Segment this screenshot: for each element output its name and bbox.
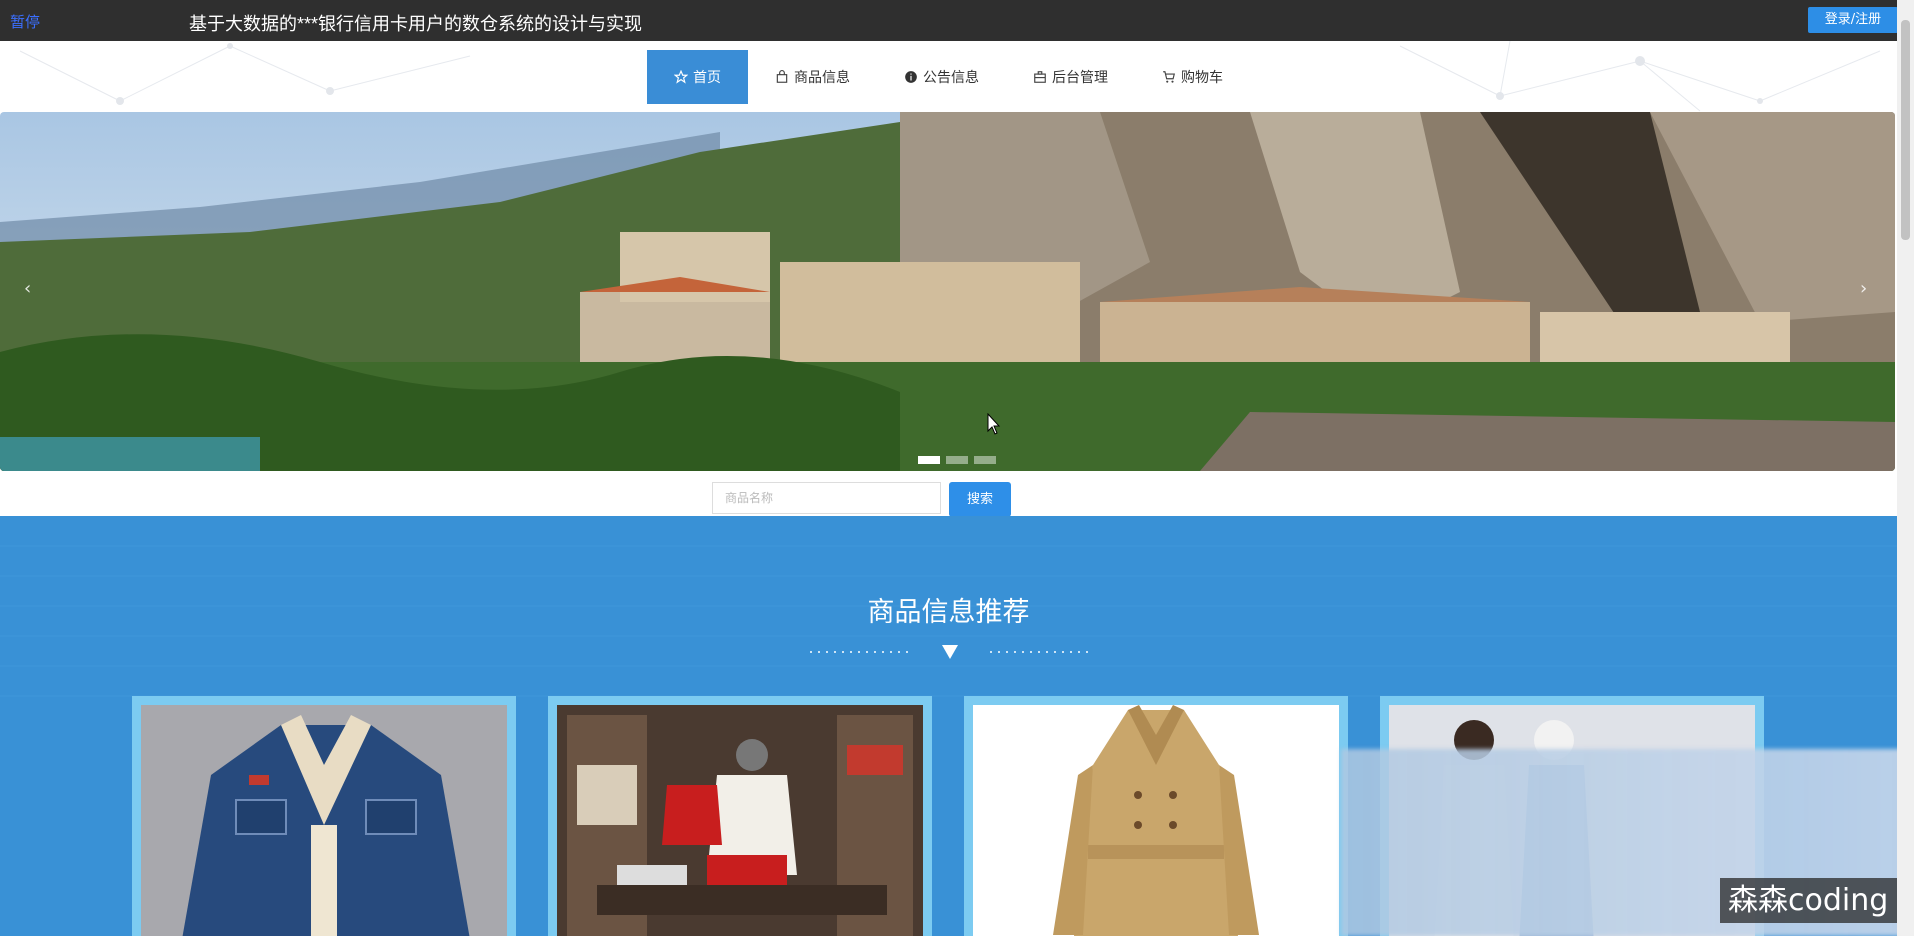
clothing-store-image [557, 705, 923, 936]
nav-label: 后台管理 [1052, 70, 1108, 86]
nav-label: 公告信息 [923, 70, 979, 86]
main-nav: 首页 商品信息 公告信息 后台管理 购物车 [0, 41, 1895, 112]
watermark-label: 森森coding [1720, 878, 1898, 923]
nav-item-announcements[interactable]: 公告信息 [877, 50, 1006, 104]
hero-carousel[interactable]: ‹ › [0, 112, 1895, 471]
nav-item-admin[interactable]: 后台管理 [1006, 50, 1135, 104]
trench-coat-image [973, 705, 1339, 936]
nav-item-products[interactable]: 商品信息 [748, 50, 877, 104]
nav-item-cart[interactable]: 购物车 [1135, 50, 1250, 104]
info-icon [905, 71, 917, 83]
cart-icon [1163, 71, 1175, 83]
login-register-button[interactable]: 登录/注册 [1808, 7, 1898, 33]
banner-image [0, 112, 1895, 471]
briefcase-icon [1034, 71, 1046, 83]
carousel-dot[interactable] [918, 456, 940, 464]
search-button[interactable]: 搜索 [949, 482, 1011, 517]
app-title: 基于大数据的***银行信用卡用户的数仓系统的设计与实现 [189, 14, 643, 34]
page-scrollbar[interactable] [1897, 0, 1914, 936]
carousel-dot[interactable] [946, 456, 968, 464]
scrollbar-thumb[interactable] [1901, 20, 1910, 240]
product-card[interactable] [548, 696, 932, 936]
nav-label: 商品信息 [794, 70, 850, 86]
nav-label: 购物车 [1181, 70, 1223, 86]
top-bar: 暂停 基于大数据的***银行信用卡用户的数仓系统的设计与实现 登录/注册 [0, 0, 1914, 41]
section-title: 商品信息推荐 [867, 597, 1030, 628]
product-card[interactable] [132, 696, 516, 936]
star-icon [674, 70, 688, 84]
mouse-cursor-icon [987, 413, 1001, 435]
product-search-input[interactable] [712, 482, 941, 514]
product-card[interactable] [964, 696, 1348, 936]
pause-label[interactable]: 暂停 [10, 11, 40, 32]
title-divider-decoration [810, 645, 1090, 659]
nav-label: 首页 [693, 70, 721, 86]
carousel-dot[interactable] [974, 456, 996, 464]
carousel-prev-arrow[interactable]: ‹ [24, 278, 31, 299]
bag-icon [776, 70, 788, 83]
denim-jacket-image [141, 705, 507, 936]
nav-item-home[interactable]: 首页 [647, 50, 748, 104]
carousel-next-arrow[interactable]: › [1860, 278, 1867, 299]
carousel-indicators [918, 456, 996, 464]
